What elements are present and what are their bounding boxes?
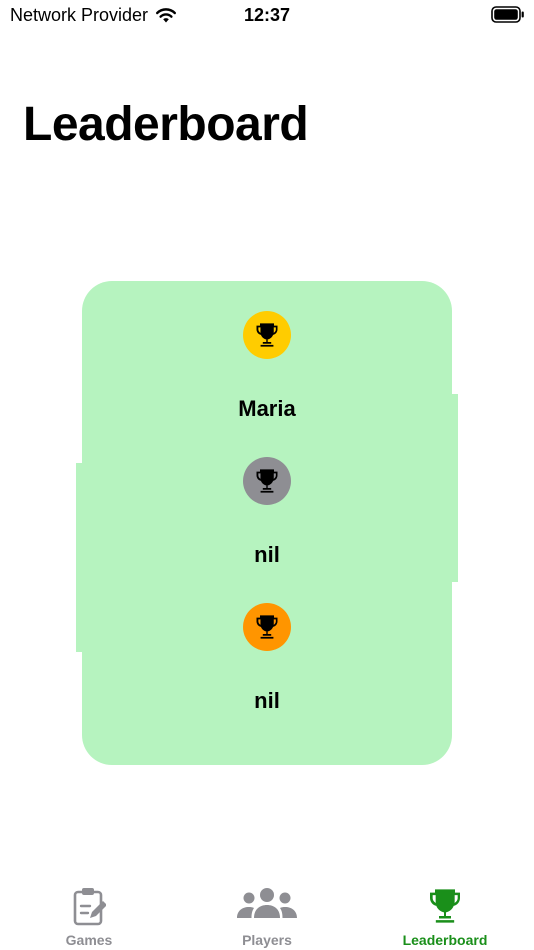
people-icon <box>237 888 297 918</box>
trophy-icon <box>430 889 460 923</box>
status-time: 12:37 <box>243 5 291 25</box>
third-place-badge <box>243 603 291 651</box>
first-place-name: Maria <box>238 396 296 421</box>
first-place-badge <box>243 311 291 359</box>
trophy-icon <box>256 323 278 347</box>
third-place-name: nil <box>254 688 280 713</box>
leaderboard-screen: Network Provider 12:37 Leaderboard Maria… <box>0 0 534 950</box>
trophy-icon <box>256 615 278 639</box>
second-place-name: nil <box>254 542 280 567</box>
tab-games[interactable]: Games <box>0 872 178 950</box>
battery-icon <box>491 6 524 23</box>
page-title: Leaderboard <box>23 98 309 151</box>
tab-games-label: Games <box>65 932 113 948</box>
tab-leaderboard[interactable]: Leaderboard <box>356 872 534 950</box>
second-place-badge <box>243 457 291 505</box>
tab-players-label: Players <box>242 932 292 948</box>
tab-players[interactable]: Players <box>178 872 356 950</box>
status-bar: Network Provider 12:37 <box>0 0 534 32</box>
trophy-icon <box>256 469 278 493</box>
tab-leaderboard-label: Leaderboard <box>402 932 488 948</box>
tab-bar: Games Players Leaderboard <box>0 872 534 950</box>
clipboard-icon <box>73 888 106 926</box>
